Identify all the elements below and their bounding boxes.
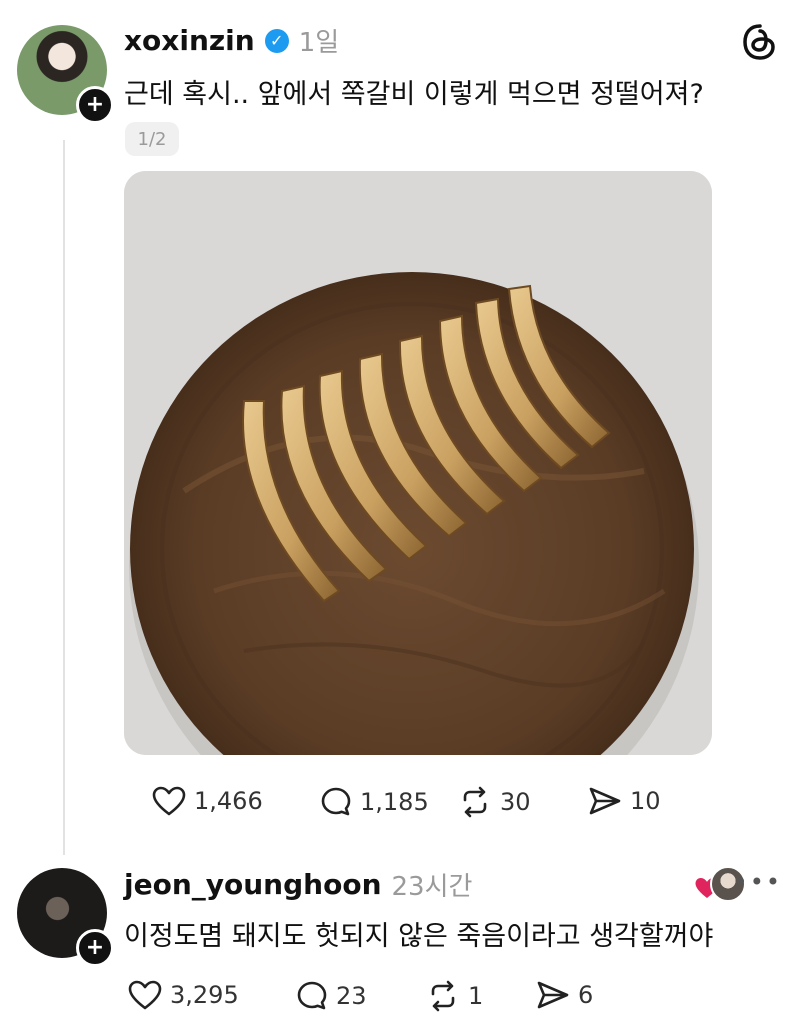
repost-count: 30 bbox=[500, 788, 531, 816]
comment-icon bbox=[321, 787, 351, 816]
repost-button[interactable]: 30 bbox=[458, 786, 531, 818]
reply-like-button[interactable]: 3,295 bbox=[128, 980, 239, 1010]
thread-line bbox=[63, 140, 65, 855]
verified-icon: ✓ bbox=[264, 28, 289, 53]
reply-repost-count: 1 bbox=[468, 982, 484, 1010]
follow-plus-icon[interactable]: + bbox=[76, 86, 114, 124]
reply-header: jeon_younghoon 23시간 bbox=[124, 866, 472, 903]
reply-share-button[interactable]: 6 bbox=[536, 980, 593, 1010]
reply-comment-count: 23 bbox=[336, 982, 367, 1010]
share-icon bbox=[589, 787, 621, 815]
reply-text: 이정도몀 돼지도 헛되지 않은 죽음이라고 생각할꺼야 bbox=[124, 921, 714, 952]
comment-button[interactable]: 1,185 bbox=[320, 786, 429, 818]
post-text: 근데 혹시.. 앞에서 쪽갈비 이렇게 먹으면 정떨어져? bbox=[124, 79, 704, 110]
page-indicator: 1/2 bbox=[125, 122, 179, 156]
share-icon bbox=[537, 981, 569, 1009]
like-count: 1,466 bbox=[194, 787, 263, 815]
heart-icon bbox=[152, 786, 186, 816]
username[interactable]: xoxinzin bbox=[124, 24, 255, 57]
reply-time: 23시간 bbox=[391, 872, 473, 902]
reply-repost-button[interactable]: 1 bbox=[426, 980, 483, 1012]
post-header: xoxinzin ✓ 1일 bbox=[124, 22, 339, 59]
more-icon[interactable]: ••• bbox=[734, 868, 782, 896]
reply-username[interactable]: jeon_younghoon bbox=[124, 868, 382, 901]
post-time: 1일 bbox=[298, 28, 340, 58]
reply-share-count: 6 bbox=[578, 981, 594, 1009]
reply-comment-button[interactable]: 23 bbox=[296, 980, 367, 1012]
comment-count: 1,185 bbox=[360, 788, 429, 816]
post-image[interactable] bbox=[124, 171, 712, 755]
follow-plus-icon[interactable]: + bbox=[76, 929, 114, 967]
repost-icon bbox=[463, 786, 487, 818]
reply-like-count: 3,295 bbox=[170, 981, 239, 1009]
threads-logo-icon[interactable] bbox=[738, 20, 782, 64]
share-count: 10 bbox=[630, 787, 661, 815]
share-button[interactable]: 10 bbox=[588, 786, 661, 816]
repost-icon bbox=[431, 980, 455, 1012]
heart-icon bbox=[128, 980, 162, 1010]
comment-icon bbox=[297, 981, 327, 1010]
like-button[interactable]: 1,466 bbox=[152, 786, 263, 816]
